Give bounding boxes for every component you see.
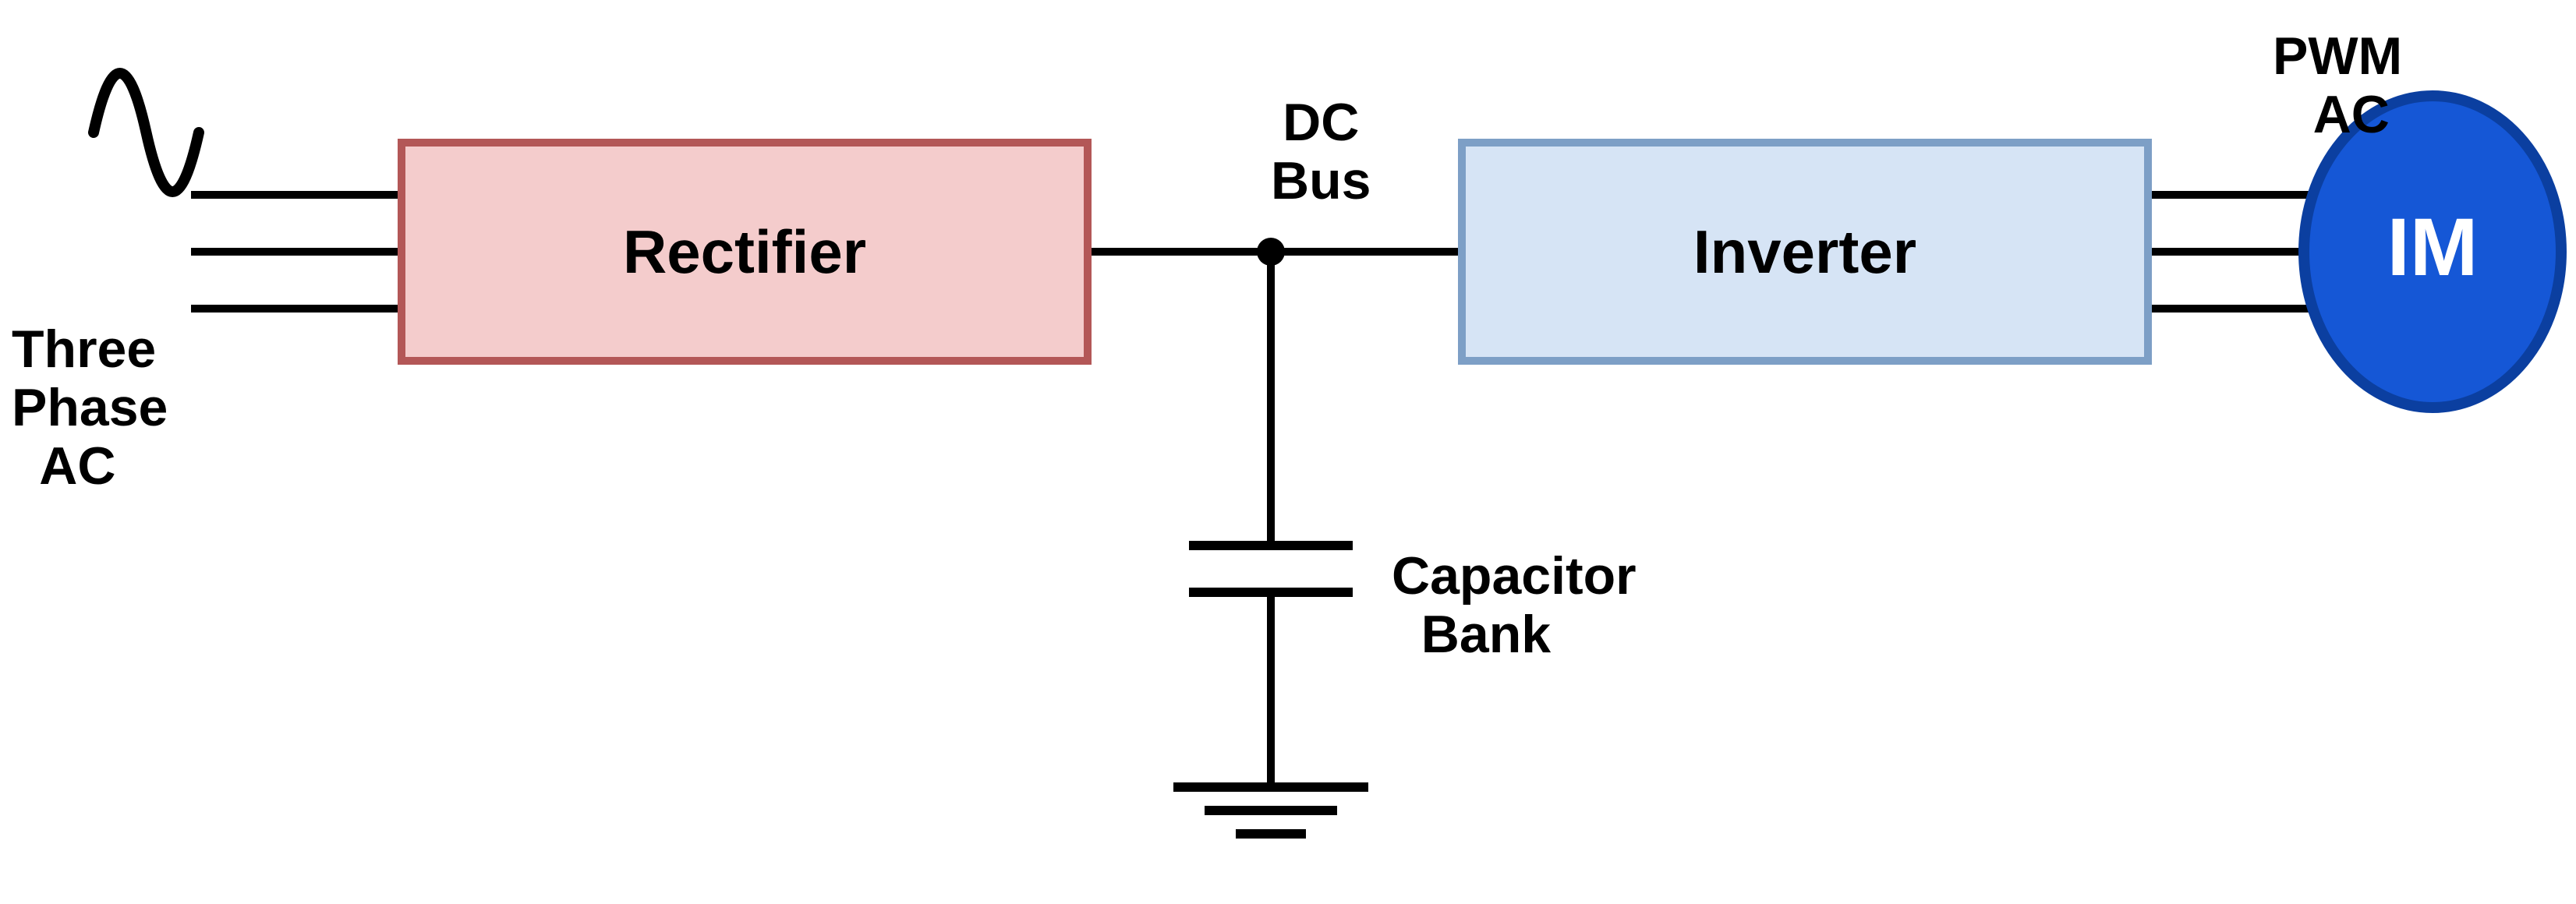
- inverter-label: Inverter: [1693, 217, 1916, 288]
- diagram-canvas: Rectifier Inverter IM Three Phase AC DC …: [0, 0, 2576, 904]
- dc-bus-label: DC Bus: [1271, 94, 1371, 210]
- three-phase-ac-label: Three Phase AC: [12, 320, 168, 495]
- inverter-block: Inverter: [1458, 139, 2152, 365]
- motor-label: IM: [2362, 203, 2503, 293]
- rectifier-block: Rectifier: [398, 139, 1092, 365]
- capacitor-bank-label: Capacitor Bank: [1392, 547, 1637, 664]
- pwm-ac-label: PWM AC: [2273, 27, 2402, 144]
- rectifier-label: Rectifier: [623, 217, 866, 288]
